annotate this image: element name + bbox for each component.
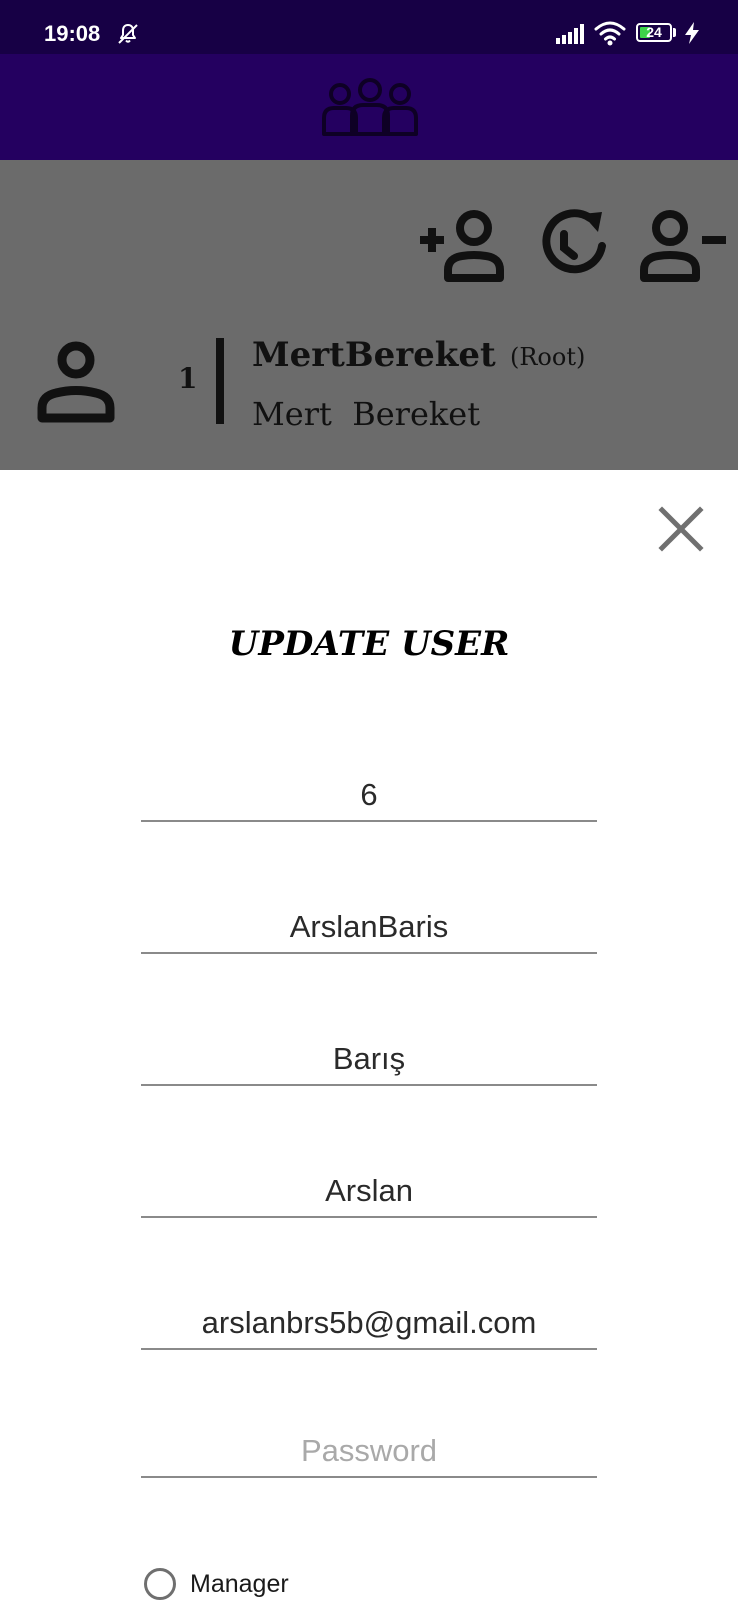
manager-radio-circle[interactable] <box>144 1568 176 1600</box>
user-row-divider <box>216 338 224 424</box>
user-avatar-icon <box>37 341 115 423</box>
username-field[interactable] <box>141 902 597 954</box>
signal-icon <box>556 24 584 44</box>
update-user-title: UPDATE USER <box>228 624 510 664</box>
charging-icon <box>685 22 699 44</box>
battery-icon: 24 <box>636 23 672 42</box>
status-bar: 19:08 24 <box>0 0 738 54</box>
battery-percent: 24 <box>646 24 662 40</box>
last-name-field[interactable] <box>141 1166 597 1218</box>
user-row-id: 1 <box>178 362 198 395</box>
user-list-background: 1 MertBereket (Root) Mert Bereket <box>0 160 738 470</box>
password-field[interactable] <box>141 1426 597 1478</box>
notifications-muted-icon <box>118 24 138 44</box>
history-icon[interactable] <box>532 208 620 284</box>
manager-radio[interactable]: Manager <box>144 1564 289 1604</box>
update-user-sheet: UPDATE USER Manager <box>0 470 738 1600</box>
close-icon[interactable] <box>652 500 710 558</box>
user-row-role: (Root) <box>510 343 586 371</box>
users-group-icon <box>322 78 418 136</box>
status-time: 19:08 <box>44 21 101 46</box>
user-row-fullname: Mert Bereket <box>252 395 481 433</box>
user-row-username: MertBereket <box>252 335 496 375</box>
add-user-icon[interactable] <box>418 208 506 284</box>
app-bar <box>0 54 738 160</box>
email-field[interactable] <box>141 1298 597 1350</box>
manager-radio-label: Manager <box>190 1569 289 1598</box>
battery-cap <box>673 28 676 37</box>
wifi-icon <box>594 21 626 46</box>
first-name-field[interactable] <box>141 1034 597 1086</box>
remove-user-icon[interactable] <box>640 208 728 284</box>
user-id-field[interactable] <box>141 770 597 822</box>
